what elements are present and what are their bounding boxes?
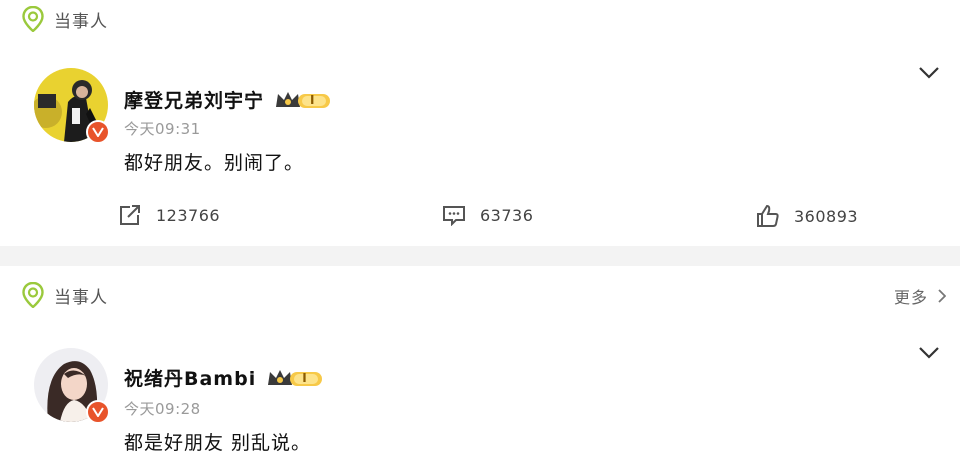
username[interactable]: 摩登兄弟刘宇宁 [124,86,264,113]
crown-icon [276,91,331,108]
post-card-1: 当事人 摩登兄弟刘宇宁 I 今天09:31 都好朋友。别闹了。 123766 6… [0,0,960,246]
post-content: 都是好朋友 别乱说。 [124,432,312,454]
more-label: 更多 [893,288,928,307]
comment-button[interactable]: 63736 [442,204,533,226]
repost-count: 123766 [156,205,221,225]
vip-level-text: I [302,370,307,385]
more-link[interactable]: 更多 [894,284,946,308]
vip-level-text: I [310,92,315,107]
location-pin-icon [22,282,44,308]
tag-label: 当事人 [54,11,108,32]
thumbs-up-icon [757,204,779,227]
location-pin-icon [22,6,44,32]
username[interactable]: 祝绪丹Bambi [124,364,256,391]
chevron-right-icon [938,289,946,303]
crown-icon [268,369,323,386]
comment-icon [443,206,465,226]
vip-level-badge[interactable]: I [274,89,336,111]
name-row: 摩登兄弟刘宇宁 I [124,86,336,113]
verified-badge-icon [86,400,110,424]
repost-button[interactable]: 123766 [118,204,220,226]
involved-party-tag: 当事人 [22,6,108,32]
avatar[interactable] [34,348,110,424]
like-count: 360893 [794,206,859,226]
post-time: 今天09:31 [124,120,201,138]
chevron-down-icon[interactable] [918,346,940,360]
post-time: 今天09:28 [124,400,201,418]
like-button[interactable]: 360893 [756,204,858,228]
chevron-down-icon[interactable] [918,66,940,80]
name-row: 祝绪丹Bambi I [124,364,329,391]
post-separator [0,246,960,266]
verified-badge-icon [86,120,110,144]
post-content: 都好朋友。别闹了。 [124,152,305,174]
share-icon [120,205,140,225]
avatar[interactable] [34,68,110,144]
comment-count: 63736 [480,205,534,225]
vip-level-badge[interactable]: I [266,367,328,389]
post-card-2: 当事人 祝绪丹Bambi I 今天09:28 都是好朋友 别乱说。 [0,266,960,475]
involved-party-tag: 当事人 [22,282,108,308]
tag-label: 当事人 [54,287,108,308]
